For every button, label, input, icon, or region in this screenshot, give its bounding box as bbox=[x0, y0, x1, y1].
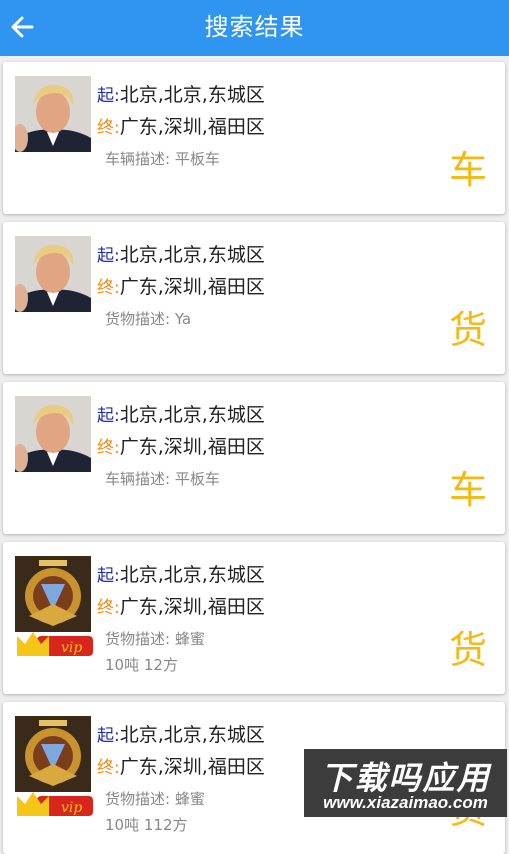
description: 货物描述: 蜂蜜 bbox=[105, 630, 205, 648]
destination-route: 终:广东,深圳,福田区 bbox=[97, 112, 265, 139]
result-card[interactable]: 起:北京,北京,东城区 终:广东,深圳,福田区 货物描述: Ya 货 bbox=[3, 222, 505, 374]
result-card[interactable]: 起:北京,北京,东城区 终:广东,深圳,福田区 车辆描述: 平板车 车 bbox=[3, 62, 505, 214]
avatar bbox=[15, 236, 91, 312]
cargo-type-mark: 货 bbox=[448, 628, 487, 672]
destination-text: 广东,深圳,福田区 bbox=[119, 756, 265, 778]
origin-text: 北京,北京,东城区 bbox=[119, 404, 265, 426]
origin-text: 北京,北京,东城区 bbox=[119, 564, 265, 586]
destination-text: 广东,深圳,福田区 bbox=[119, 596, 265, 618]
result-card[interactable]: 起:北京,北京,东城区 终:广东,深圳,福田区 车辆描述: 平板车 车 bbox=[3, 382, 505, 534]
origin-route: 起:北京,北京,东城区 bbox=[97, 400, 265, 427]
cargo-type-mark: 货 bbox=[448, 308, 487, 352]
vehicle-type-mark: 车 bbox=[448, 148, 487, 192]
vip-badge-icon: vip bbox=[17, 632, 93, 656]
origin-text: 北京,北京,东城区 bbox=[119, 244, 265, 266]
destination-route: 终:广东,深圳,福田区 bbox=[97, 752, 265, 779]
avatar bbox=[15, 556, 91, 632]
avatar bbox=[15, 396, 91, 472]
load-info: 10吨 112方 bbox=[105, 816, 188, 834]
vip-badge-icon: vip bbox=[17, 792, 93, 816]
destination-text: 广东,深圳,福田区 bbox=[119, 116, 265, 138]
origin-tag: 起: bbox=[97, 406, 120, 426]
destination-tag: 终: bbox=[97, 118, 120, 138]
app-header: 搜索结果 bbox=[0, 0, 509, 56]
origin-route: 起:北京,北京,东城区 bbox=[97, 240, 265, 267]
destination-route: 终:广东,深圳,福田区 bbox=[97, 432, 265, 459]
result-card[interactable]: vip 起:北京,北京,东城区 终:广东,深圳,福田区 货物描述: 蜂蜜 10吨… bbox=[3, 542, 505, 694]
destination-route: 终:广东,深圳,福田区 bbox=[97, 272, 265, 299]
destination-text: 广东,深圳,福田区 bbox=[119, 436, 265, 458]
destination-route: 终:广东,深圳,福田区 bbox=[97, 592, 265, 619]
origin-tag: 起: bbox=[97, 726, 120, 746]
origin-text: 北京,北京,东城区 bbox=[119, 84, 265, 106]
description: 车辆描述: 平板车 bbox=[105, 470, 220, 488]
origin-route: 起:北京,北京,东城区 bbox=[97, 560, 265, 587]
svg-text:vip: vip bbox=[61, 800, 82, 816]
site-watermark: 下载吗应用 www.xiazaimao.com bbox=[304, 749, 507, 817]
page-title: 搜索结果 bbox=[204, 13, 305, 41]
description: 货物描述: 蜂蜜 bbox=[105, 790, 205, 808]
destination-text: 广东,深圳,福田区 bbox=[119, 276, 265, 298]
origin-route: 起:北京,北京,东城区 bbox=[97, 80, 265, 107]
destination-tag: 终: bbox=[97, 598, 120, 618]
destination-tag: 终: bbox=[97, 438, 120, 458]
watermark-url: www.xiazaimao.com bbox=[323, 793, 488, 812]
destination-tag: 终: bbox=[97, 758, 120, 778]
destination-tag: 终: bbox=[97, 278, 120, 298]
load-info: 10吨 12方 bbox=[105, 656, 178, 674]
origin-tag: 起: bbox=[97, 86, 120, 106]
origin-tag: 起: bbox=[97, 566, 120, 586]
avatar bbox=[15, 76, 91, 152]
avatar bbox=[15, 716, 91, 792]
origin-text: 北京,北京,东城区 bbox=[119, 724, 265, 746]
origin-route: 起:北京,北京,东城区 bbox=[97, 720, 265, 747]
svg-text:vip: vip bbox=[61, 640, 82, 656]
vehicle-type-mark: 车 bbox=[448, 468, 487, 512]
origin-tag: 起: bbox=[97, 246, 120, 266]
description: 货物描述: Ya bbox=[105, 310, 192, 328]
description: 车辆描述: 平板车 bbox=[105, 150, 220, 168]
